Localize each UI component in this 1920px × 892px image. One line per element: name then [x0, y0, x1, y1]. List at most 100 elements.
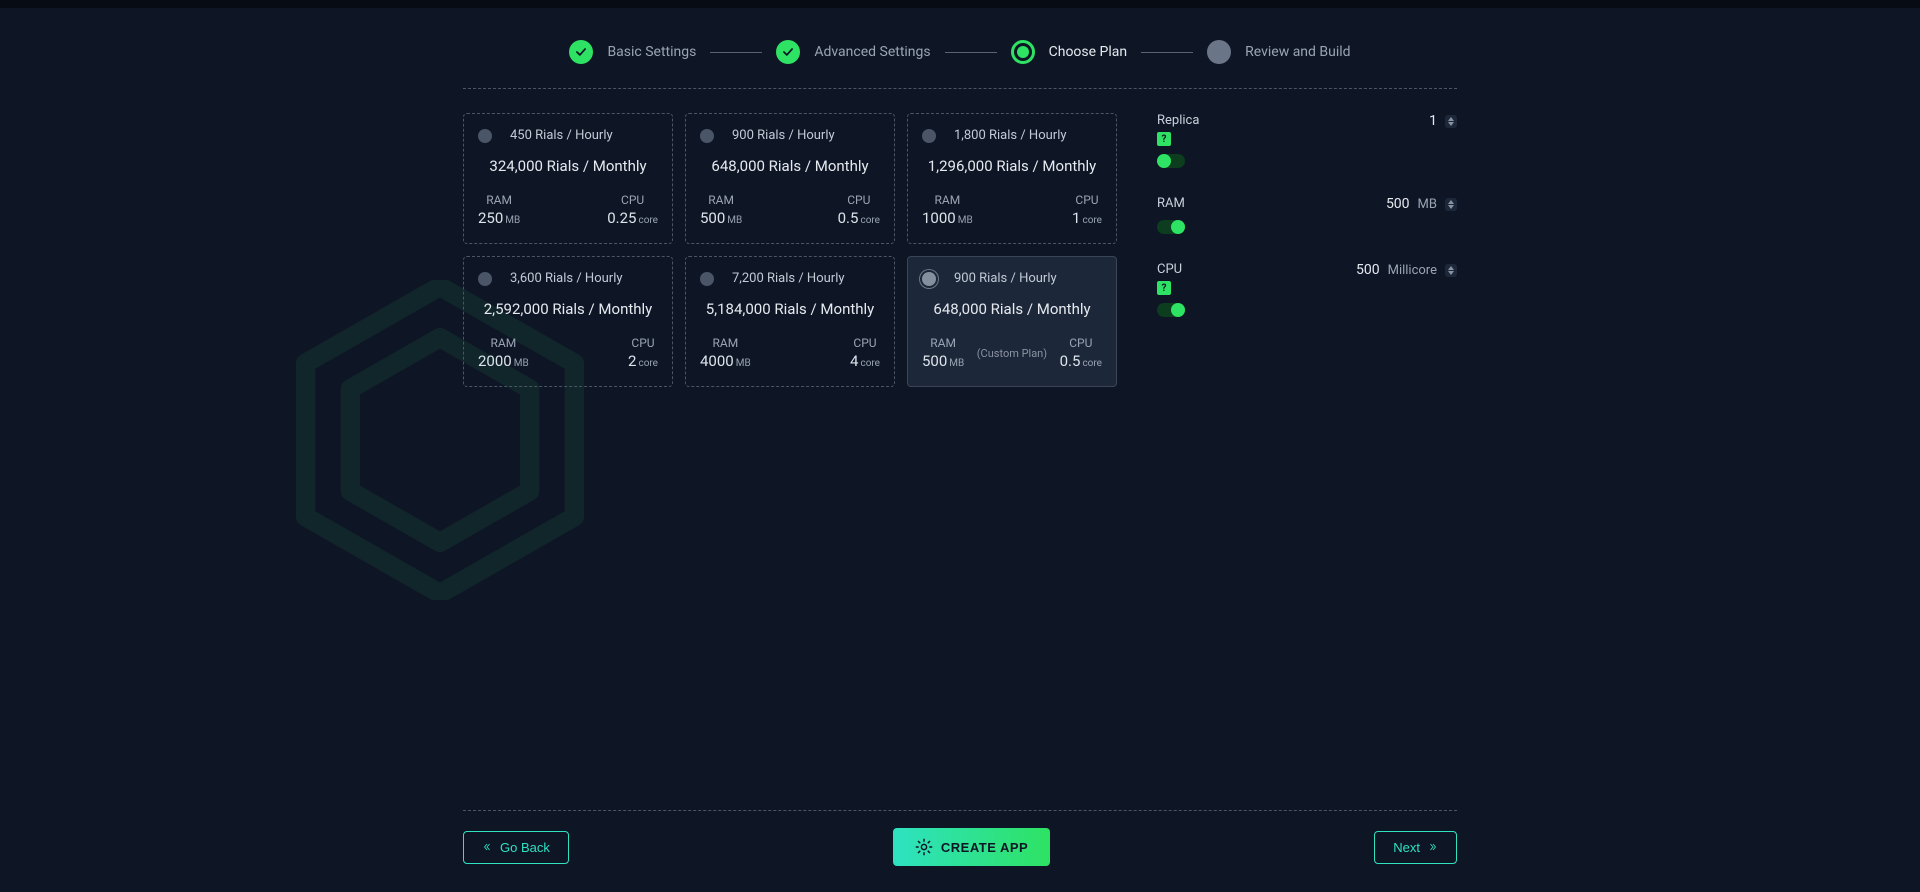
- plan-cpu: CPU 0.25core: [607, 193, 658, 227]
- spec-label: CPU: [838, 193, 880, 207]
- plan-grid: 450 Rials / Hourly 324,000 Rials / Month…: [463, 113, 1117, 387]
- step-advanced-settings[interactable]: Advanced Settings: [776, 40, 930, 64]
- step-label: Advanced Settings: [814, 44, 930, 60]
- control-cpu: CPU ? 500 Millicore: [1157, 262, 1457, 317]
- plan-monthly-price: 648,000 Rials / Monthly: [700, 157, 880, 175]
- plan-monthly-price: 2,592,000 Rials / Monthly: [478, 300, 658, 318]
- gear-icon: [915, 838, 933, 856]
- replica-stepper[interactable]: [1445, 115, 1457, 128]
- ram-stepper[interactable]: [1445, 198, 1457, 211]
- spec-label: CPU: [628, 336, 658, 350]
- spec-label: RAM: [700, 193, 742, 207]
- cpu-value: 500: [1356, 262, 1380, 278]
- plan-cpu: CPU 1core: [1072, 193, 1102, 227]
- plan-hourly-price: 900 Rials / Hourly: [954, 271, 1057, 286]
- spec-label: RAM: [922, 336, 964, 350]
- radio-icon: [922, 129, 936, 143]
- control-ram: RAM 500 MB: [1157, 196, 1457, 234]
- plan-card[interactable]: 3,600 Rials / Hourly 2,592,000 Rials / M…: [463, 256, 673, 387]
- custom-plan-tag: (Custom Plan): [977, 347, 1047, 360]
- spec-label: CPU: [1072, 193, 1102, 207]
- plan-specs: RAM 500MB CPU 0.5core: [700, 193, 880, 227]
- plan-specs: RAM 1000MB CPU 1core: [922, 193, 1102, 227]
- plan-hourly-price: 7,200 Rials / Hourly: [732, 271, 845, 286]
- plan-cpu: CPU 0.5core: [1060, 336, 1102, 370]
- cpu-unit: Millicore: [1388, 263, 1437, 278]
- ram-unit: MB: [1418, 197, 1437, 212]
- ram-value: 500: [1386, 196, 1410, 212]
- chevron-left-double-icon: [482, 842, 492, 852]
- step-label: Review and Build: [1245, 44, 1350, 60]
- spec-label: RAM: [700, 336, 751, 350]
- footer-bar: Go Back CREATE APP Next: [463, 812, 1457, 866]
- control-label: RAM: [1157, 196, 1185, 211]
- button-label: CREATE APP: [941, 840, 1028, 855]
- step-label: Choose Plan: [1049, 44, 1128, 60]
- plan-hourly-price: 900 Rials / Hourly: [732, 128, 835, 143]
- spec-label: CPU: [850, 336, 880, 350]
- plan-hourly-price: 1,800 Rials / Hourly: [954, 128, 1067, 143]
- plan-specs: RAM 500MB (Custom Plan) CPU 0.5core: [922, 336, 1102, 370]
- plan-ram: RAM 1000MB: [922, 193, 973, 227]
- plan-card[interactable]: 900 Rials / Hourly 648,000 Rials / Month…: [907, 256, 1117, 387]
- help-icon[interactable]: ?: [1157, 132, 1171, 146]
- plan-specs: RAM 250MB CPU 0.25core: [478, 193, 658, 227]
- step-separator: [710, 52, 762, 53]
- step-review-build[interactable]: Review and Build: [1207, 40, 1350, 64]
- cpu-toggle[interactable]: [1157, 303, 1185, 317]
- check-icon: [569, 40, 593, 64]
- plan-card[interactable]: 450 Rials / Hourly 324,000 Rials / Month…: [463, 113, 673, 244]
- plan-ram: RAM 500MB: [922, 336, 964, 370]
- button-label: Next: [1393, 840, 1420, 855]
- chevron-right-double-icon: [1428, 842, 1438, 852]
- go-back-button[interactable]: Go Back: [463, 831, 569, 864]
- plan-ram: RAM 250MB: [478, 193, 520, 227]
- current-step-icon: [1011, 40, 1035, 64]
- replica-value: 1: [1429, 113, 1437, 129]
- config-sidebar: Replica ? 1 RAM 500: [1157, 113, 1457, 387]
- plan-cpu: CPU 0.5core: [838, 193, 880, 227]
- step-separator: [1141, 52, 1193, 53]
- spec-label: CPU: [607, 193, 658, 207]
- create-app-button[interactable]: CREATE APP: [893, 828, 1050, 866]
- step-choose-plan[interactable]: Choose Plan: [1011, 40, 1128, 64]
- radio-icon: [922, 272, 936, 286]
- replica-toggle[interactable]: [1157, 154, 1185, 168]
- help-icon[interactable]: ?: [1157, 281, 1171, 295]
- control-replica: Replica ? 1: [1157, 113, 1457, 168]
- plan-monthly-price: 1,296,000 Rials / Monthly: [922, 157, 1102, 175]
- plan-cpu: CPU 2core: [628, 336, 658, 370]
- step-separator: [945, 52, 997, 53]
- plan-card[interactable]: 900 Rials / Hourly 648,000 Rials / Month…: [685, 113, 895, 244]
- spec-label: CPU: [1060, 336, 1102, 350]
- step-basic-settings[interactable]: Basic Settings: [569, 40, 696, 64]
- radio-icon: [700, 272, 714, 286]
- next-button[interactable]: Next: [1374, 831, 1457, 864]
- plan-card[interactable]: 1,800 Rials / Hourly 1,296,000 Rials / M…: [907, 113, 1117, 244]
- plan-hourly-price: 450 Rials / Hourly: [510, 128, 613, 143]
- radio-icon: [478, 129, 492, 143]
- ram-toggle[interactable]: [1157, 220, 1185, 234]
- plan-specs: RAM 4000MB CPU 4core: [700, 336, 880, 370]
- check-icon: [776, 40, 800, 64]
- plan-card[interactable]: 7,200 Rials / Hourly 5,184,000 Rials / M…: [685, 256, 895, 387]
- plan-monthly-price: 324,000 Rials / Monthly: [478, 157, 658, 175]
- future-step-icon: [1207, 40, 1231, 64]
- plan-hourly-price: 3,600 Rials / Hourly: [510, 271, 623, 286]
- plan-cpu: CPU 4core: [850, 336, 880, 370]
- plan-specs: RAM 2000MB CPU 2core: [478, 336, 658, 370]
- plan-ram: RAM 2000MB: [478, 336, 529, 370]
- radio-icon: [478, 272, 492, 286]
- step-label: Basic Settings: [607, 44, 696, 60]
- spec-label: RAM: [478, 193, 520, 207]
- spec-label: RAM: [478, 336, 529, 350]
- control-label: CPU: [1157, 262, 1182, 277]
- plan-ram: RAM 500MB: [700, 193, 742, 227]
- control-label: Replica: [1157, 113, 1199, 128]
- radio-icon: [700, 129, 714, 143]
- button-label: Go Back: [500, 840, 550, 855]
- plan-monthly-price: 5,184,000 Rials / Monthly: [700, 300, 880, 318]
- cpu-stepper[interactable]: [1445, 264, 1457, 277]
- plan-ram: RAM 4000MB: [700, 336, 751, 370]
- wizard-stepper: Basic Settings Advanced Settings Choose …: [360, 8, 1560, 88]
